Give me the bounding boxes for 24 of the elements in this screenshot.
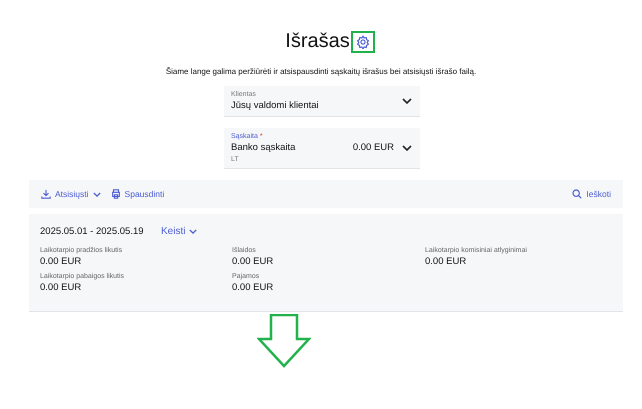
field-value: Banko sąskaita <box>231 142 296 153</box>
page-title: Išrašas <box>285 30 350 53</box>
print-button[interactable]: Spausdinti <box>110 189 164 199</box>
search-button[interactable]: Ieškoti <box>572 189 611 199</box>
stat-value: 0.00 EUR <box>40 282 82 293</box>
stat-value: 0.00 EUR <box>40 256 82 267</box>
settings-icon[interactable] <box>356 34 370 48</box>
field-value: Jūsų valdomi klientai <box>231 100 319 111</box>
stat-value: 0.00 EUR <box>232 282 274 293</box>
chevron-down-icon <box>402 98 412 104</box>
search-icon <box>572 189 582 199</box>
printer-icon <box>110 189 121 199</box>
stat-value: 0.00 EUR <box>232 256 274 267</box>
down-arrow-icon <box>257 314 311 368</box>
chevron-down-icon <box>189 229 198 234</box>
chevron-down-icon <box>92 192 101 196</box>
account-balance: 0.00 EUR <box>352 142 394 153</box>
download-icon <box>41 189 51 199</box>
change-button[interactable]: Keisti <box>161 226 198 237</box>
description-text: Šiame lange galima peržiūrėti ir atsispausdinti sąskaitų išrašus bei atsisiųsti išrašo failą. <box>166 67 476 76</box>
chevron-down-icon <box>402 145 412 151</box>
period-text: 2025.05.01 - 2025.05.19 <box>40 226 145 237</box>
download-button[interactable]: Atsisiųsti <box>41 189 101 199</box>
stat-value: 0.00 EUR <box>425 256 468 267</box>
